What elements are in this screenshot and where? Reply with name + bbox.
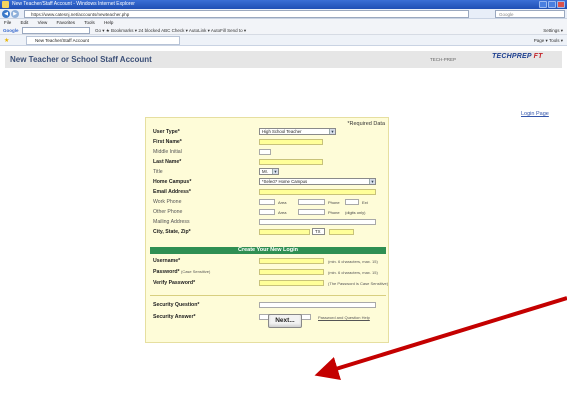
logo-text: TECHPREP	[492, 53, 532, 60]
verify-password-label: Verify Password*	[153, 280, 196, 286]
chevron-down-icon: ▼	[369, 179, 375, 184]
last-name-input[interactable]	[259, 159, 323, 165]
security-answer-label: Security Answer*	[153, 314, 196, 320]
other-phone-label-2: Phone	[328, 210, 340, 215]
chevron-down-icon: ▼	[272, 169, 278, 174]
window-controls	[539, 1, 565, 8]
page-header: New Teacher or School Staff Account TECH…	[5, 51, 562, 68]
first-name-label: First Name*	[153, 139, 182, 145]
home-campus-label: Home Campus*	[153, 179, 192, 185]
security-question-input[interactable]	[259, 302, 376, 308]
google-search-input[interactable]	[22, 27, 90, 34]
logo-accent: FT	[533, 53, 543, 60]
close-button[interactable]	[557, 1, 565, 8]
state-value: TX	[315, 229, 321, 234]
techprep-logo: TECHPREP FT	[492, 53, 558, 66]
ie-icon	[2, 1, 9, 8]
menu-favorites[interactable]: Favorites	[57, 20, 76, 25]
digits-only-hint: (digits only)	[345, 210, 366, 215]
menu-edit[interactable]: Edit	[21, 20, 29, 25]
menu-file[interactable]: File	[4, 20, 11, 25]
verify-password-input[interactable]	[259, 280, 324, 286]
tab-current[interactable]: New Teacher/Staff Account	[26, 36, 180, 45]
address-bar: ◀ ▶ https://www.catesnj.net/accounts/new…	[0, 9, 567, 19]
account-form: *Required Data User Type* High School Te…	[145, 117, 389, 343]
city-state-zip-label: City, State, Zip*	[153, 229, 191, 235]
work-area-label: Area	[278, 200, 287, 205]
tab-tools[interactable]: Page ▾ Tools ▾	[534, 36, 563, 45]
last-name-label: Last Name*	[153, 159, 182, 165]
security-question-label: Security Question*	[153, 302, 200, 308]
home-campus-select[interactable]: *Select* Home Campus ▼	[259, 178, 376, 185]
case-sensitive-note: (Case Sensitive)	[180, 269, 211, 274]
other-phone-area-input[interactable]	[259, 209, 275, 215]
title-label: Title	[153, 169, 163, 175]
mailing-address-label: Mailing Address	[153, 219, 190, 225]
google-logo: Google	[3, 28, 19, 33]
first-name-input[interactable]	[259, 139, 323, 145]
menu-bar: File Edit View Favorites Tools Help	[0, 19, 567, 26]
required-note: *Required Data	[347, 121, 385, 127]
favorites-star-icon[interactable]: ★	[4, 37, 9, 44]
work-phone-area-input[interactable]	[259, 199, 275, 205]
work-ext-label: Ext	[362, 200, 368, 205]
password-question-help-link[interactable]: Password and Question Help	[318, 315, 370, 320]
zip-input[interactable]	[329, 229, 354, 235]
maximize-button[interactable]	[548, 1, 556, 8]
other-area-label: Area	[278, 210, 287, 215]
other-phone-label: Other Phone	[153, 209, 183, 215]
minimize-button[interactable]	[539, 1, 547, 8]
work-phone-label: Work Phone	[153, 199, 182, 205]
password-input[interactable]	[259, 269, 324, 275]
email-input[interactable]	[259, 189, 376, 195]
user-type-label: User Type*	[153, 129, 180, 135]
window-titlebar: New Teacher/Staff Account - Windows Inte…	[0, 0, 567, 9]
username-label: Username*	[153, 258, 181, 264]
page-content: New Teacher or School Staff Account TECH…	[0, 47, 567, 405]
menu-help[interactable]: Help	[104, 20, 113, 25]
title-select[interactable]: Mr. ▼	[259, 168, 279, 175]
google-toolbar: Google Go ▾ ★ Bookmarks ▾ 24 blocked ABC…	[0, 26, 567, 35]
header-text: TECH-PREP	[430, 57, 457, 62]
work-phone-ext-input[interactable]	[345, 199, 359, 205]
work-phone-number-input[interactable]	[298, 199, 325, 205]
next-button[interactable]: Next...	[268, 314, 302, 328]
tab-bar: ★ New Teacher/Staff Account Page ▾ Tools…	[0, 35, 567, 46]
verify-password-hint: (The Password is Case Sensitive)	[328, 281, 389, 286]
title-value: Mr.	[262, 169, 268, 174]
window-title: New Teacher/Staff Account - Windows Inte…	[12, 1, 135, 7]
url-input[interactable]: https://www.catesnj.net/accounts/newteac…	[24, 10, 469, 18]
menu-view[interactable]: View	[38, 20, 48, 25]
create-login-header: Create Your New Login	[150, 247, 386, 254]
login-page-link[interactable]: Login Page	[521, 111, 549, 117]
password-label-text: Password*	[153, 269, 180, 275]
email-label: Email Address*	[153, 189, 191, 195]
username-input[interactable]	[259, 258, 324, 264]
back-arrow-icon[interactable]: ◀	[2, 10, 10, 18]
section-divider	[150, 295, 386, 296]
google-toolbar-items[interactable]: Go ▾ ★ Bookmarks ▾ 24 blocked ABC Check …	[95, 26, 246, 35]
state-input[interactable]: TX	[312, 228, 325, 235]
forward-arrow-icon[interactable]: ▶	[11, 10, 19, 18]
home-campus-value: *Select* Home Campus	[262, 179, 308, 184]
google-settings-button[interactable]: Settings ▾	[543, 26, 563, 35]
user-type-value: High School Teacher	[262, 129, 302, 134]
user-type-select[interactable]: High School Teacher ▼	[259, 128, 336, 135]
city-input[interactable]	[259, 229, 310, 235]
mailing-address-input[interactable]	[259, 219, 376, 225]
username-hint: (min. 6 characters, max. 15)	[328, 259, 378, 264]
menu-tools[interactable]: Tools	[84, 20, 95, 25]
search-input[interactable]: Google	[495, 10, 565, 18]
middle-initial-input[interactable]	[259, 149, 271, 155]
chevron-down-icon: ▼	[329, 129, 335, 134]
middle-initial-label: Middle Initial	[153, 149, 182, 155]
password-label: Password* (Case Sensitive)	[153, 269, 210, 275]
work-phone-label-2: Phone	[328, 200, 340, 205]
other-phone-number-input[interactable]	[298, 209, 325, 215]
page-title: New Teacher or School Staff Account	[10, 55, 152, 64]
password-hint: (min. 6 characters, max. 15)	[328, 270, 378, 275]
